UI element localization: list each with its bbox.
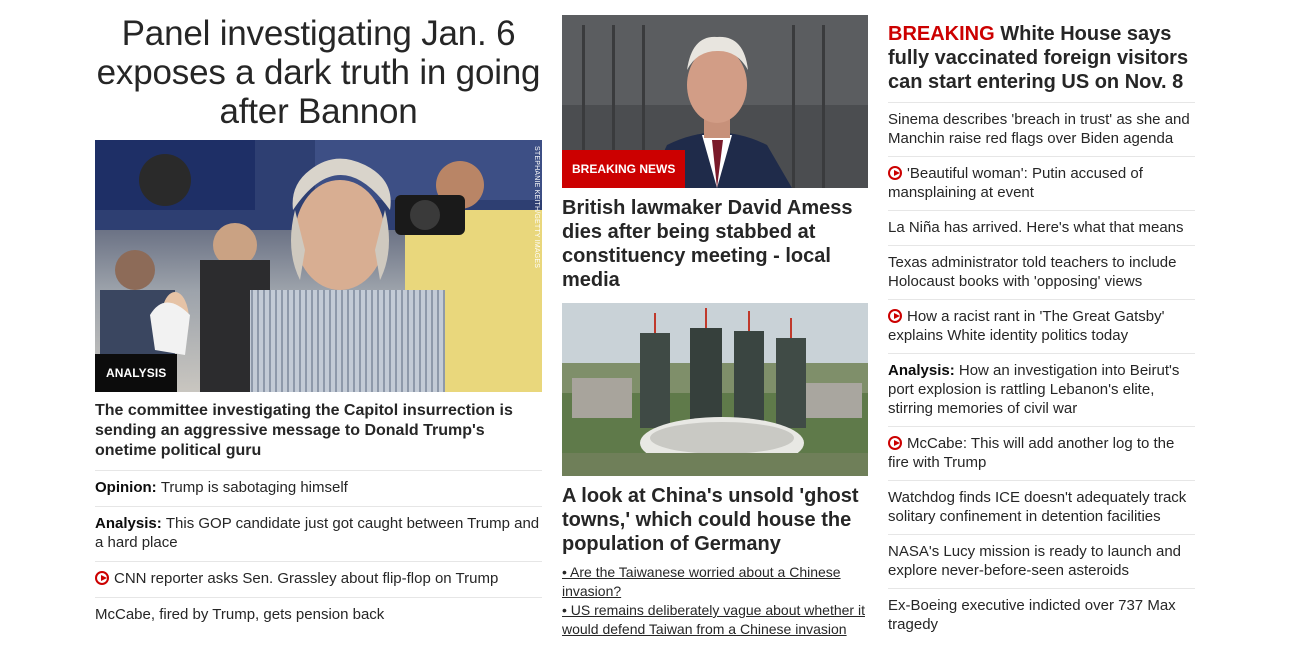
headlines-column: BREAKING White House says fully vaccinat… bbox=[888, 22, 1195, 642]
china-headline[interactable]: A look at China's unsold 'ghost towns,' … bbox=[562, 484, 868, 556]
china-ghost-town-photo bbox=[562, 303, 868, 476]
item-prefix: Analysis: bbox=[888, 362, 955, 379]
related-link[interactable]: • Are the Taiwanese worried about a Chin… bbox=[562, 563, 868, 601]
video-play-icon bbox=[888, 436, 902, 450]
china-story-image[interactable] bbox=[562, 303, 868, 476]
item-text: How a racist rant in 'The Great Gatsby' … bbox=[888, 308, 1165, 344]
video-play-icon bbox=[95, 571, 109, 585]
video-play-icon bbox=[888, 309, 902, 323]
breaking-label: BREAKING bbox=[888, 23, 995, 45]
list-item[interactable]: NASA's Lucy mission is ready to launch a… bbox=[888, 534, 1195, 588]
list-item[interactable]: Ex-Boeing executive indicted over 737 Ma… bbox=[888, 588, 1195, 642]
item-text: NASA's Lucy mission is ready to launch a… bbox=[888, 543, 1182, 579]
amess-headline[interactable]: British lawmaker David Amess dies after … bbox=[562, 196, 868, 292]
photo-credit: STEPHANIE KEITH/GETTY IMAGES bbox=[533, 146, 540, 269]
item-text: Ex-Boeing executive indicted over 737 Ma… bbox=[888, 597, 1176, 633]
item-text: McCabe, fired by Trump, gets pension bac… bbox=[95, 606, 385, 623]
list-item[interactable]: McCabe: This will add another log to the… bbox=[888, 426, 1195, 480]
item-text: 'Beautiful woman': Putin accused of mans… bbox=[888, 165, 1143, 201]
item-text: Trump is sabotaging himself bbox=[160, 479, 348, 496]
amess-story-image[interactable]: BREAKING NEWS bbox=[562, 15, 868, 188]
item-prefix: Analysis: bbox=[95, 515, 166, 532]
secondary-stories-column: BREAKING NEWS British lawmaker David Ame… bbox=[562, 15, 868, 639]
item-text: Watchdog finds ICE doesn't adequately tr… bbox=[888, 489, 1187, 525]
list-item[interactable]: Analysis: This GOP candidate just got ca… bbox=[95, 506, 542, 561]
item-text: McCabe: This will add another log to the… bbox=[888, 435, 1175, 471]
lead-story-image[interactable]: STEPHANIE KEITH/GETTY IMAGES ANALYSIS bbox=[95, 140, 542, 392]
list-item[interactable]: 'Beautiful woman': Putin accused of mans… bbox=[888, 156, 1195, 210]
item-text: CNN reporter asks Sen. Grassley about fl… bbox=[114, 570, 499, 587]
list-item[interactable]: Watchdog finds ICE doesn't adequately tr… bbox=[888, 480, 1195, 534]
breaking-headline[interactable]: BREAKING White House says fully vaccinat… bbox=[888, 22, 1195, 94]
related-link[interactable]: • US remains deliberately vague about wh… bbox=[562, 601, 868, 639]
lead-related-list: Opinion: Trump is sabotaging himself Ana… bbox=[95, 470, 542, 633]
list-item[interactable]: How a racist rant in 'The Great Gatsby' … bbox=[888, 299, 1195, 353]
list-item[interactable]: Opinion: Trump is sabotaging himself bbox=[95, 470, 542, 506]
item-text: La Niña has arrived. Here's what that me… bbox=[888, 219, 1184, 236]
item-prefix: Opinion: bbox=[95, 479, 161, 496]
china-related-links: • Are the Taiwanese worried about a Chin… bbox=[562, 563, 868, 639]
list-item[interactable]: Texas administrator told teachers to inc… bbox=[888, 245, 1195, 299]
lead-headline[interactable]: Panel investigating Jan. 6 exposes a dar… bbox=[95, 14, 542, 131]
lead-story-column: Panel investigating Jan. 6 exposes a dar… bbox=[95, 14, 542, 633]
analysis-badge: ANALYSIS bbox=[95, 354, 178, 392]
video-play-icon bbox=[888, 166, 902, 180]
list-item[interactable]: La Niña has arrived. Here's what that me… bbox=[888, 210, 1195, 245]
list-item[interactable]: CNN reporter asks Sen. Grassley about fl… bbox=[95, 561, 542, 597]
lead-description[interactable]: The committee investigating the Capitol … bbox=[95, 401, 542, 461]
headline-list: Sinema describes 'breach in trust' as sh… bbox=[888, 102, 1195, 642]
list-item[interactable]: Sinema describes 'breach in trust' as sh… bbox=[888, 102, 1195, 156]
breaking-news-badge: BREAKING NEWS bbox=[562, 150, 686, 188]
list-item[interactable]: Analysis: How an investigation into Beir… bbox=[888, 353, 1195, 426]
list-item[interactable]: McCabe, fired by Trump, gets pension bac… bbox=[95, 597, 542, 633]
item-text: Texas administrator told teachers to inc… bbox=[888, 254, 1177, 290]
item-text: Sinema describes 'breach in trust' as sh… bbox=[888, 111, 1190, 147]
